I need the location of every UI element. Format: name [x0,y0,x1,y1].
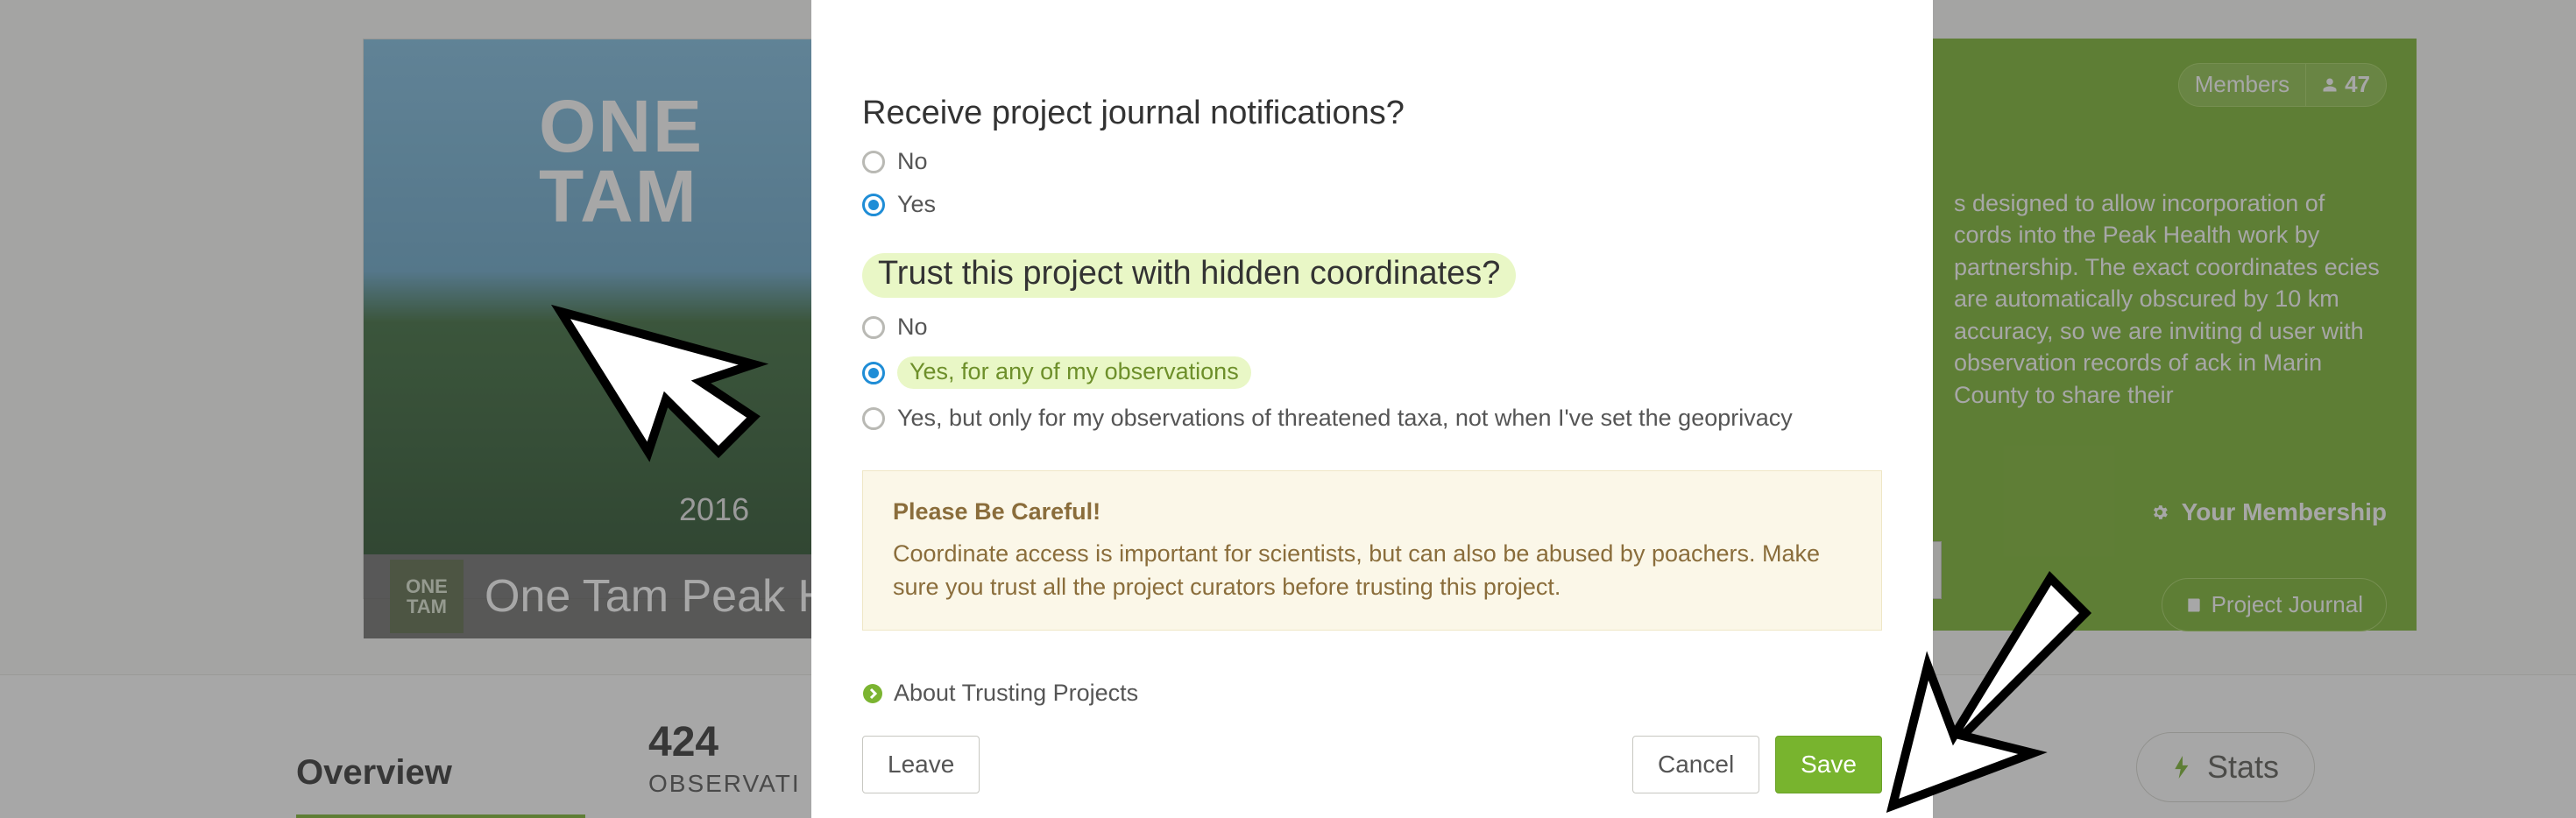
radio-trust-any[interactable]: Yes, for any of my observations [862,356,1882,389]
radio-journal-no[interactable]: No [862,148,1882,175]
radio-trust-no[interactable]: No [862,314,1882,341]
radio-trust-threatened[interactable]: Yes, but only for my observations of thr… [862,405,1882,432]
about-trusting-projects-link[interactable]: About Trusting Projects [862,680,1882,707]
radio-icon [862,316,885,339]
radio-icon [862,362,885,384]
modal-footer: Leave Cancel Save [811,711,1933,818]
question-journal-notifications: Receive project journal notifications? [862,95,1882,132]
radio-label: Yes, for any of my observations [897,356,1251,389]
trust-warning-box: Please Be Careful! Coordinate access is … [862,470,1882,631]
question-trust-coordinates: Trust this project with hidden coordinat… [862,253,1516,298]
warning-title: Please Be Careful! [893,496,1851,529]
warning-body: Coordinate access is important for scien… [893,538,1851,604]
about-link-text: About Trusting Projects [894,680,1138,707]
radio-label: Yes [897,191,936,218]
radio-label: Yes, but only for my observations of thr… [897,405,1793,432]
radio-icon [862,194,885,216]
membership-settings-modal: Receive project journal notifications? N… [811,0,1933,818]
cancel-button[interactable]: Cancel [1632,736,1759,793]
leave-button[interactable]: Leave [862,736,980,793]
chevron-circle-right-icon [862,683,883,704]
radio-icon [862,151,885,173]
radio-icon [862,407,885,430]
radio-label: No [897,314,928,341]
radio-label: No [897,148,928,175]
save-button[interactable]: Save [1775,736,1882,793]
radio-journal-yes[interactable]: Yes [862,191,1882,218]
